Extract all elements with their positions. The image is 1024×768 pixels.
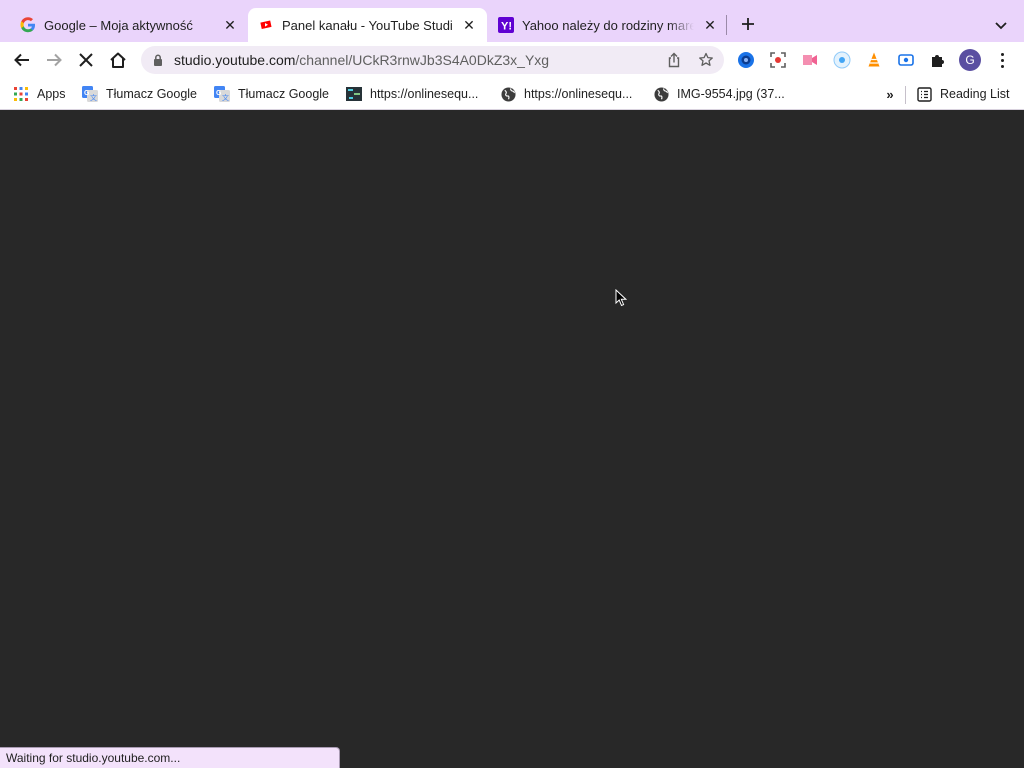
reading-list-label: Reading List [940,87,1010,101]
svg-text:文: 文 [90,93,97,102]
bookmarks-divider [905,86,906,104]
arrow-left-icon [14,53,29,67]
globe-icon [653,86,669,102]
reading-list-icon [916,86,932,102]
bookmark-label: Tłumacz Google [106,87,198,101]
google-g-icon [20,17,36,33]
bookmark-label: IMG-9554.jpg (37... [677,87,785,101]
url-host: studio.youtube.com [174,52,296,68]
mouse-cursor-icon [615,289,627,307]
vlc-cone-icon[interactable] [864,50,884,70]
apps-grid-icon [13,86,29,102]
bookmark-label: Tłumacz Google [238,87,330,101]
address-bar[interactable]: studio.youtube.com/channel/UCkR3rnwJb3S4… [141,46,724,74]
star-icon[interactable] [696,50,716,70]
bookmark-onlinesequencer-1[interactable]: https://onlinesequ... [346,84,478,104]
new-tab-button[interactable] [736,12,760,36]
tab-youtube-studio[interactable]: Panel kanału - YouTube Studio ✕ [248,8,487,42]
screen-cast-icon[interactable] [896,50,916,70]
tab-yahoo[interactable]: Y! Yahoo należy do rodziny marek ✕ [488,8,728,42]
home-icon [110,52,126,68]
lock-icon[interactable] [151,53,165,67]
tab-title: Panel kanału - YouTube Studio [282,17,453,33]
tab-strip: Google – Moja aktywność ✕ Panel kanału -… [0,0,1024,42]
stop-loading-button[interactable] [72,46,100,74]
yahoo-icon: Y! [498,17,514,33]
home-button[interactable] [104,46,132,74]
puzzle-extensions-icon[interactable] [928,50,948,70]
browser-toolbar: studio.youtube.com/channel/UCkR3rnwJb3S4… [0,42,1024,78]
google-translate-icon: G文 [82,86,98,102]
extension-blue-swirl-icon[interactable] [736,50,756,70]
screenshot-capture-icon[interactable] [768,50,788,70]
profile-avatar[interactable]: G [959,49,981,71]
chevron-double-right-icon[interactable]: » [882,86,898,102]
sequencer-icon [346,86,362,102]
back-button[interactable] [8,46,36,74]
url-path: /channel/UCkR3rnwJb3S4A0DkZ3x_Yxg [295,52,550,68]
tab-divider [726,15,727,35]
plus-icon [742,18,754,30]
kebab-menu-icon[interactable] [994,50,1010,70]
page-content-loading [0,111,1024,768]
reading-list-button[interactable]: Reading List [916,84,1010,104]
close-icon[interactable]: ✕ [222,17,238,33]
close-icon[interactable]: ✕ [461,17,477,33]
bookmark-img-9554[interactable]: IMG-9554.jpg (37... [653,84,785,104]
share-icon[interactable] [664,50,684,70]
tab-title: Google – Moja aktywność [44,17,193,33]
url-text[interactable]: studio.youtube.com/channel/UCkR3rnwJb3S4… [174,52,549,68]
bookmark-google-translate-1[interactable]: G文 Tłumacz Google [82,84,197,104]
bookmark-onlinesequencer-2[interactable]: https://onlinesequ... [500,84,632,104]
video-recorder-icon[interactable] [800,50,820,70]
tab-google-activity[interactable]: Google – Moja aktywność ✕ [0,8,248,42]
status-bubble: Waiting for studio.youtube.com... [0,747,340,768]
tab-title: Yahoo należy do rodziny marek [522,17,694,33]
bookmark-google-translate-2[interactable]: G文 Tłumacz Google [214,84,329,104]
svg-text:文: 文 [222,93,229,102]
globe-icon [500,86,516,102]
chevron-down-icon [995,22,1007,30]
google-translate-icon: G文 [214,86,230,102]
bookmarks-bar: Apps G文 Tłumacz Google G文 Tłumacz Google… [0,78,1024,110]
bookmark-label: Apps [37,87,66,101]
svg-text:Y!: Y! [501,21,512,33]
arrow-right-icon [47,53,62,67]
record-dot-icon[interactable] [832,50,852,70]
youtube-studio-icon [258,17,274,33]
tab-search-button[interactable] [990,14,1012,36]
forward-button[interactable] [40,46,68,74]
bookmark-label: https://onlinesequ... [370,87,479,101]
close-icon [79,53,93,67]
bookmark-apps[interactable]: Apps [13,84,66,104]
bookmark-label: https://onlinesequ... [524,87,633,101]
close-icon[interactable]: ✕ [702,17,718,33]
